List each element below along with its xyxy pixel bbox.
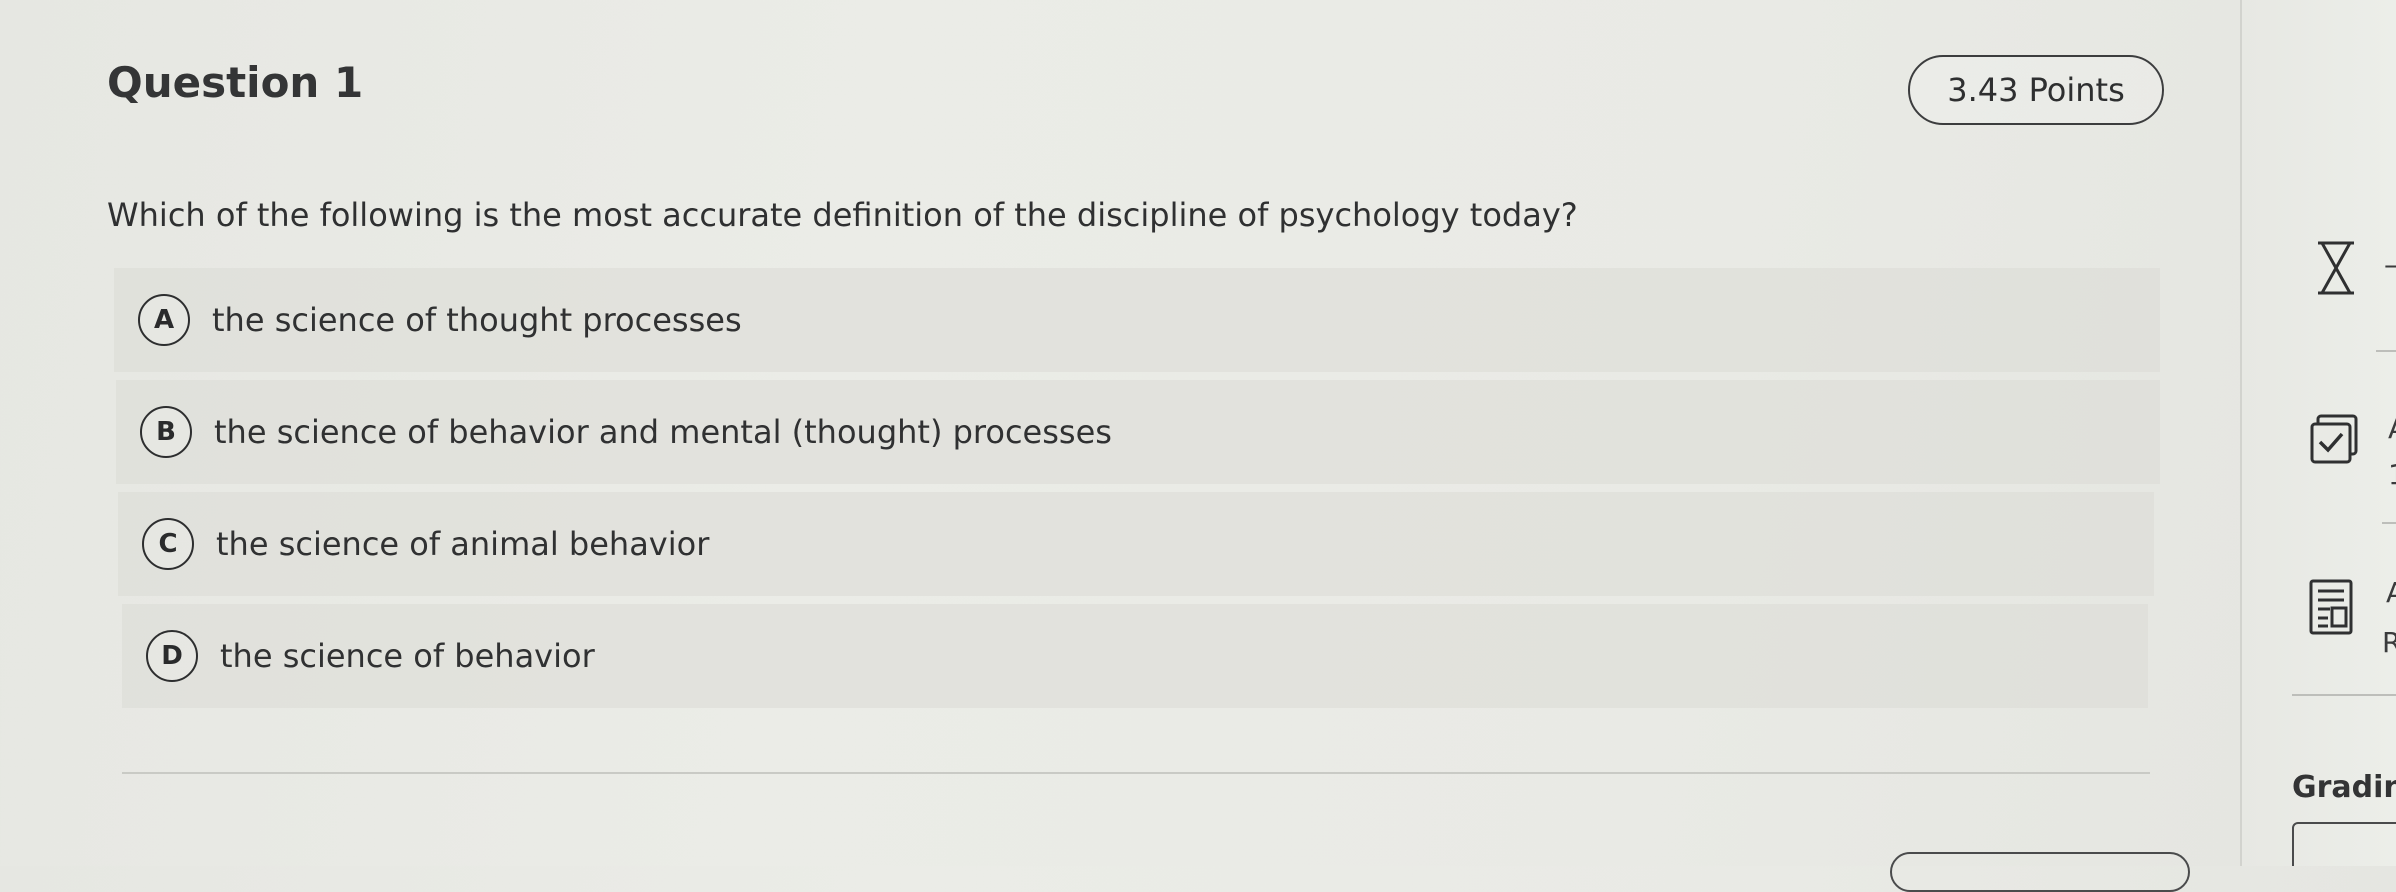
calculator-icon[interactable]	[2308, 578, 2358, 636]
question-title: Question 1	[107, 58, 364, 107]
resources-label: A	[2386, 576, 2396, 609]
answered-count: 1	[2388, 458, 2396, 491]
hourglass-icon[interactable]	[2314, 240, 2358, 296]
option-text-c: the science of animal behavior	[216, 525, 710, 563]
option-c[interactable]: C the science of animal behavior	[118, 492, 2154, 596]
sidebar-divider	[2292, 694, 2396, 696]
sidebar: — A 1 A R Gradin	[2240, 0, 2396, 866]
sidebar-divider	[2382, 522, 2396, 524]
grading-heading: Gradin	[2292, 770, 2396, 805]
option-b[interactable]: B the science of behavior and mental (th…	[116, 380, 2160, 484]
option-text-b: the science of behavior and mental (thou…	[214, 413, 1112, 451]
option-text-a: the science of thought processes	[212, 301, 742, 339]
resources-sublabel: R	[2382, 626, 2396, 659]
next-button[interactable]	[1890, 852, 2190, 892]
option-letter-d: D	[146, 630, 198, 682]
answer-options: A the science of thought processes B the…	[114, 268, 2164, 716]
option-letter-a: A	[138, 294, 190, 346]
option-d[interactable]: D the science of behavior	[122, 604, 2148, 708]
question-panel: Question 1 3.43 Points Which of the foll…	[0, 0, 2240, 892]
option-text-d: the science of behavior	[220, 637, 595, 675]
option-letter-c: C	[142, 518, 194, 570]
grading-panel[interactable]	[2292, 822, 2396, 866]
checkbox-icon[interactable]	[2308, 412, 2362, 466]
sidebar-divider	[2376, 350, 2396, 352]
points-badge: 3.43 Points	[1908, 55, 2164, 125]
timer-label: —	[2384, 248, 2396, 281]
option-a[interactable]: A the science of thought processes	[114, 268, 2160, 372]
option-letter-b: B	[140, 406, 192, 458]
answered-label: A	[2388, 412, 2396, 445]
section-divider	[122, 772, 2150, 774]
question-text: Which of the following is the most accur…	[107, 196, 1578, 234]
